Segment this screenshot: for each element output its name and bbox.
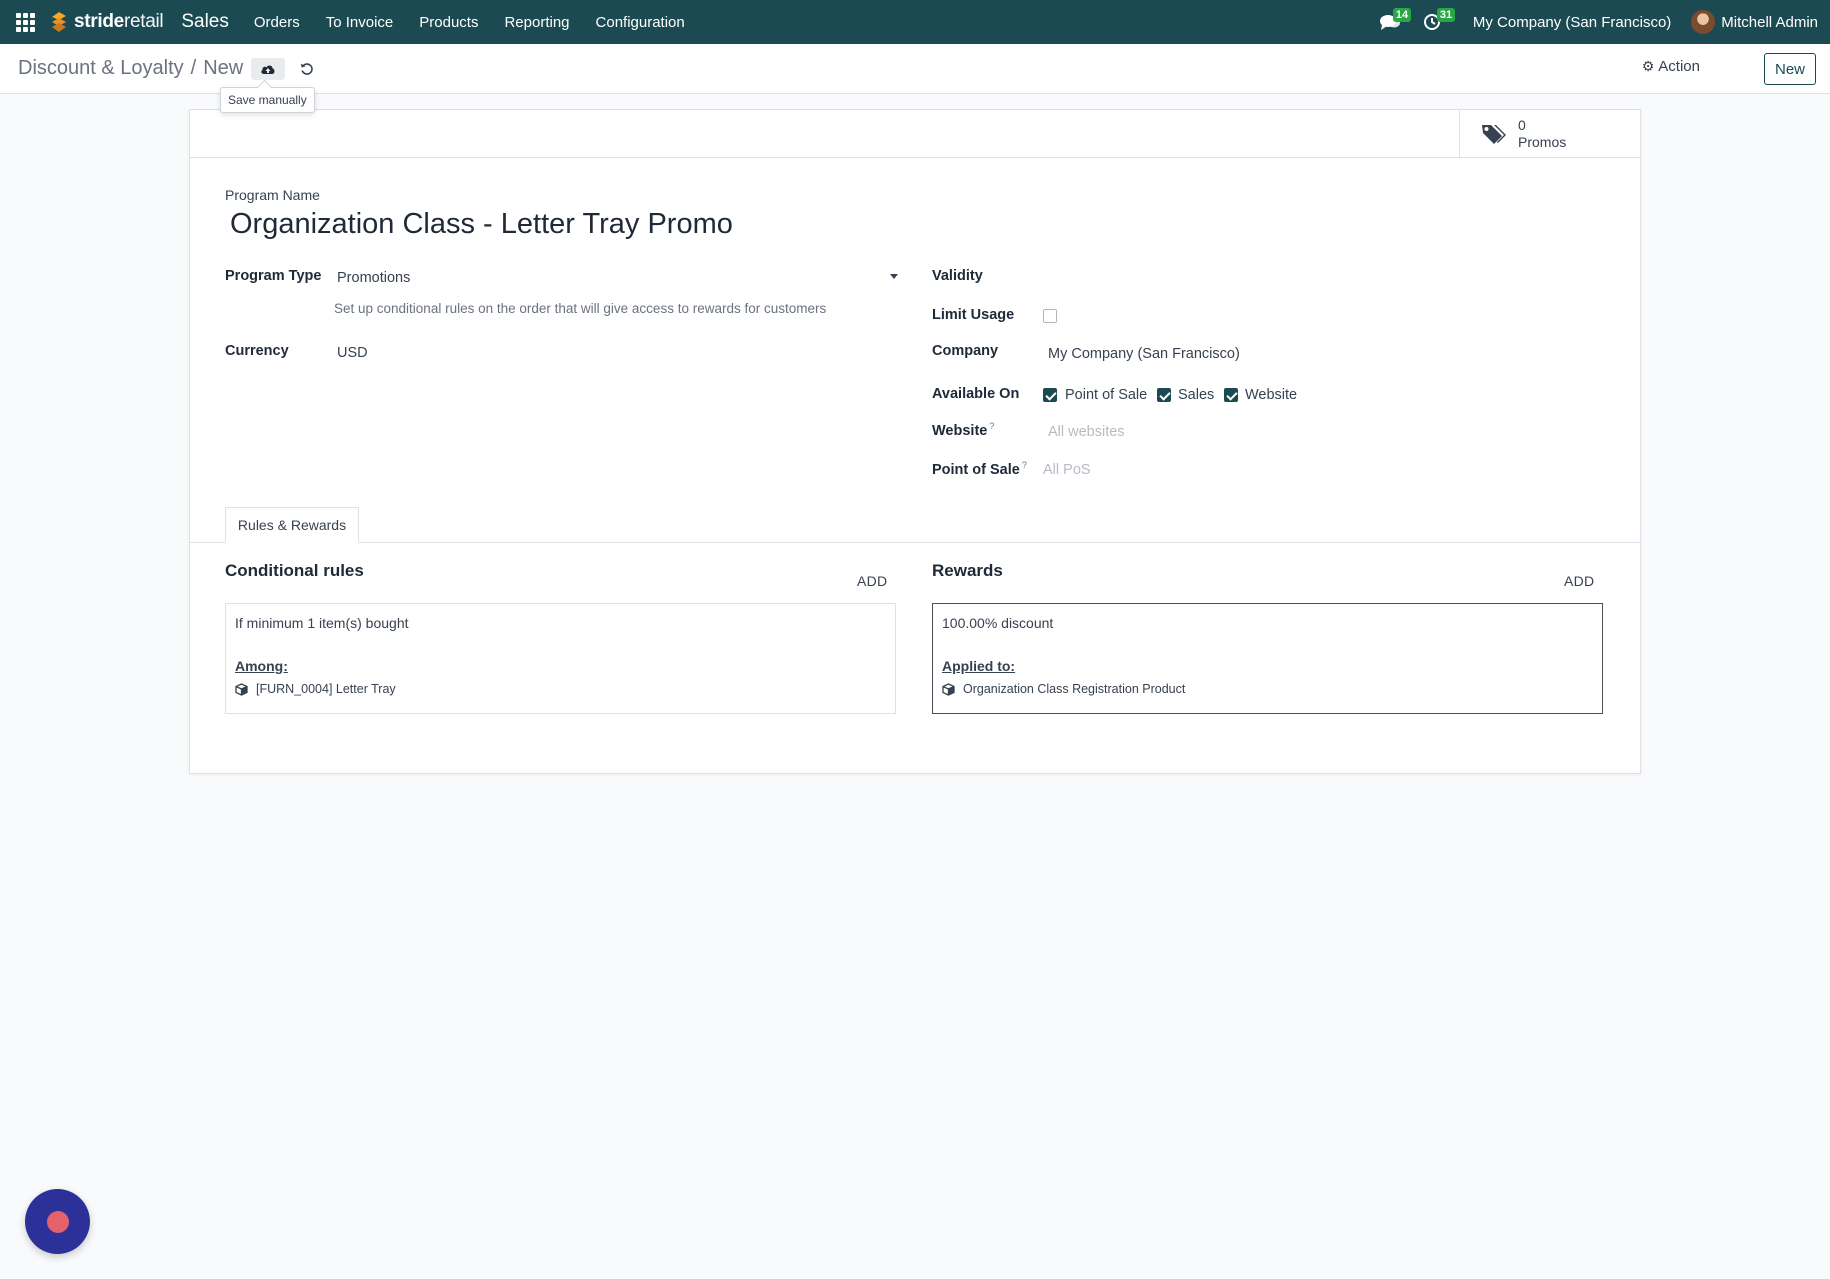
breadcrumb: Discount & Loyalty / New — [18, 57, 243, 80]
program-type-value: Promotions — [337, 270, 411, 286]
program-name-label: Program Name — [225, 187, 320, 203]
menu-configuration[interactable]: Configuration — [583, 0, 698, 44]
menu-products[interactable]: Products — [406, 0, 491, 44]
company-label: Company — [932, 343, 999, 359]
app-name[interactable]: Sales — [181, 11, 229, 33]
available-on-website-checkbox[interactable] — [1224, 388, 1238, 402]
live-chat-button[interactable] — [25, 1189, 90, 1254]
rule-card[interactable]: If minimum 1 item(s) bought Among: [FURN… — [225, 603, 896, 714]
breadcrumb-parent[interactable]: Discount & Loyalty — [18, 57, 184, 80]
tab-rules-rewards[interactable]: Rules & Rewards — [225, 507, 359, 543]
menu-orders[interactable]: Orders — [241, 0, 313, 44]
conditional-rules-title: Conditional rules — [225, 561, 364, 580]
pos-field[interactable]: All PoS — [1043, 462, 1091, 478]
gear-icon: ⚙ — [1641, 58, 1655, 74]
limit-usage-checkbox[interactable] — [1043, 309, 1057, 323]
cube-icon — [235, 682, 248, 696]
messages-count-badge: 14 — [1392, 8, 1412, 22]
available-on-pos-label: Point of Sale — [1065, 387, 1148, 403]
cloud-upload-icon — [261, 65, 275, 74]
available-on-sales-checkbox[interactable] — [1157, 388, 1171, 402]
action-label: Action — [1658, 58, 1700, 75]
top-navbar: strideretail Sales Orders To Invoice Pro… — [0, 0, 1830, 44]
validity-label: Validity — [932, 268, 983, 284]
breadcrumb-current: New — [203, 57, 244, 79]
help-mark: ? — [989, 421, 995, 431]
help-mark: ? — [1021, 460, 1027, 470]
reward-applied-label: Applied to: — [942, 658, 1016, 674]
save-tooltip: Save manually — [220, 87, 315, 113]
user-avatar[interactable] — [1691, 10, 1716, 34]
rule-product: [FURN_0004] Letter Tray — [235, 682, 396, 696]
website-field[interactable]: All websites — [1048, 424, 1125, 440]
tags-icon — [1482, 125, 1506, 144]
button-box: 0 Promos — [190, 110, 1640, 158]
rule-condition: If minimum 1 item(s) bought — [235, 615, 409, 631]
cube-icon — [942, 682, 955, 696]
breadcrumb-separator: / — [190, 57, 197, 79]
promos-label: Promos — [1518, 134, 1567, 150]
company-field[interactable]: My Company (San Francisco) — [1048, 346, 1240, 362]
limit-usage-label: Limit Usage — [932, 307, 1015, 323]
action-menu-button[interactable]: ⚙ Action — [1642, 58, 1700, 75]
brand-name: strideretail — [74, 11, 164, 32]
add-reward-button[interactable]: ADD — [1564, 573, 1594, 589]
program-type-help: Set up conditional rules on the order th… — [334, 301, 827, 316]
activities-count-badge: 31 — [1436, 8, 1456, 22]
menu-reporting[interactable]: Reporting — [491, 0, 582, 44]
program-type-select[interactable]: Promotions — [337, 268, 898, 292]
new-record-button[interactable]: New — [1764, 53, 1816, 85]
reward-discount: 100.00% discount — [942, 615, 1054, 631]
brand-logo[interactable]: strideretail — [48, 0, 164, 44]
currency-label: Currency — [225, 343, 289, 359]
chat-status-icon — [46, 1210, 69, 1233]
promos-count: 0 — [1518, 117, 1526, 133]
pos-label: Point of Sale? — [932, 460, 1027, 478]
available-on-sales-label: Sales — [1178, 387, 1215, 403]
stride-logo-icon — [52, 12, 66, 32]
promos-stat-button[interactable]: 0 Promos — [1459, 110, 1640, 158]
add-rule-button[interactable]: ADD — [857, 573, 887, 589]
form-sheet: 0 Promos Program Name Organization Class… — [189, 109, 1641, 774]
program-name-input[interactable]: Organization Class - Letter Tray Promo — [230, 208, 733, 241]
available-on-label: Available On — [932, 386, 1020, 402]
company-switcher[interactable]: My Company (San Francisco) — [1473, 14, 1671, 31]
apps-grid-icon[interactable] — [0, 0, 50, 44]
rule-among-label: Among: — [235, 658, 288, 674]
activities-button[interactable]: 31 — [1423, 0, 1456, 44]
undo-icon — [301, 63, 313, 75]
reward-card[interactable]: 100.00% discount Applied to: Organizatio… — [932, 603, 1603, 714]
save-manually-button[interactable] — [251, 58, 285, 80]
website-label: Website? — [932, 421, 995, 439]
messages-button[interactable]: 14 — [1379, 0, 1412, 44]
tab-divider — [190, 542, 1640, 543]
menu-to-invoice[interactable]: To Invoice — [313, 0, 407, 44]
user-menu[interactable]: Mitchell Admin — [1721, 14, 1818, 31]
currency-field[interactable]: USD — [337, 345, 368, 361]
rewards-title: Rewards — [932, 561, 1003, 580]
program-type-label: Program Type — [225, 268, 322, 284]
chevron-down-icon — [890, 274, 898, 279]
reward-product: Organization Class Registration Product — [942, 682, 1185, 696]
discard-changes-button[interactable] — [296, 58, 318, 80]
available-on-pos-checkbox[interactable] — [1043, 388, 1057, 402]
available-on-website-label: Website — [1245, 387, 1298, 403]
